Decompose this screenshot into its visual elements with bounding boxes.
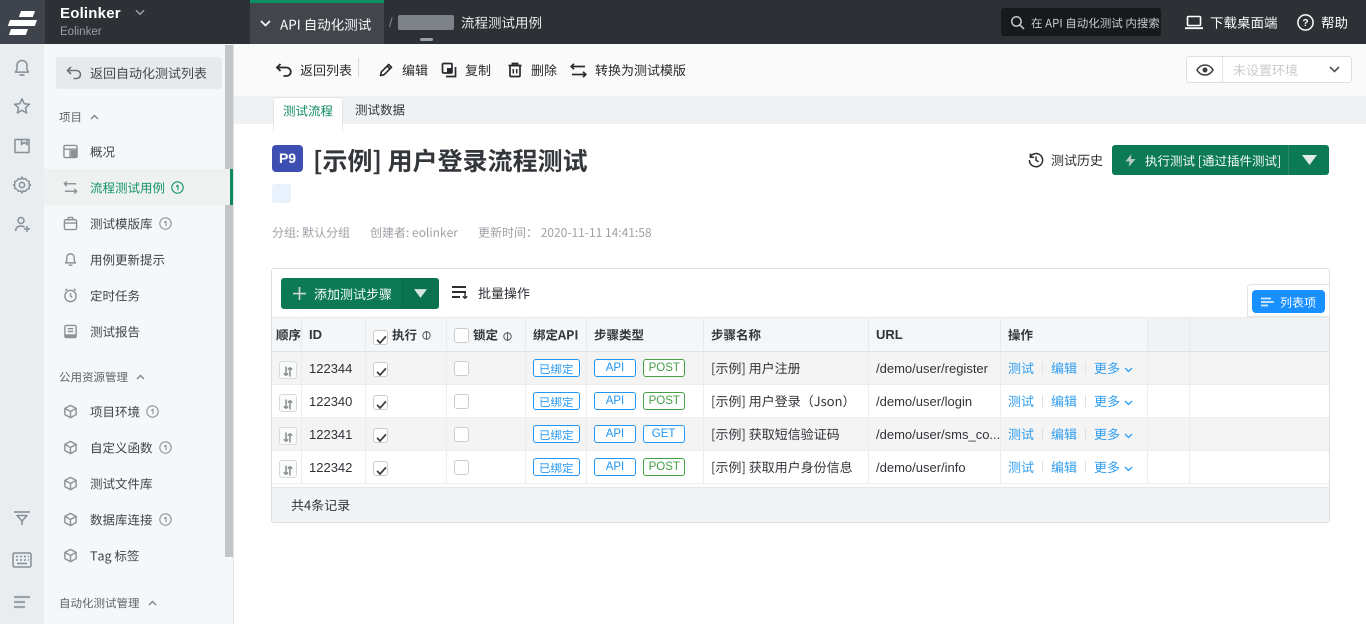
svg-text:?: ?	[1302, 18, 1308, 29]
